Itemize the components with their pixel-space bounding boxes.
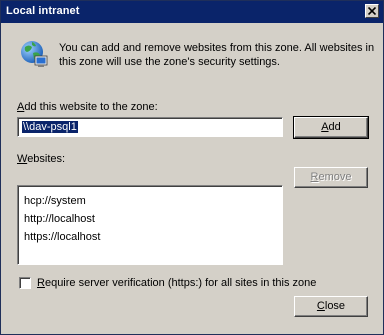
add-button[interactable]: Add [293, 116, 369, 139]
list-item[interactable]: https://localhost [24, 228, 276, 246]
remove-button[interactable]: Remove [294, 167, 368, 188]
website-input[interactable]: \\dav-psql1 [17, 117, 283, 137]
dialog-title: Local intranet [6, 5, 80, 17]
require-verification-checkbox[interactable] [19, 277, 31, 289]
require-verification-label[interactable]: Require server verification (https:) for… [37, 277, 316, 290]
website-input-value: \\dav-psql1 [22, 121, 78, 133]
zone-info-text: You can add and remove websites from thi… [59, 42, 375, 68]
dialog-body: You can add and remove websites from thi… [1, 23, 383, 334]
close-button[interactable]: Close [294, 296, 368, 317]
list-item[interactable]: http://localhost [24, 210, 276, 228]
close-window-button[interactable] [365, 4, 379, 18]
close-icon [368, 7, 376, 15]
websites-label: Websites: [17, 153, 66, 165]
globe-computer-icon [21, 41, 48, 67]
title-bar[interactable]: Local intranet [1, 1, 383, 23]
local-intranet-dialog: Local intranet You can add and remove we… [0, 0, 384, 335]
list-item[interactable]: hcp://system [24, 192, 276, 210]
websites-list[interactable]: hcp://system http://localhost https://lo… [17, 185, 283, 265]
add-website-label: Add this website to the zone: [17, 101, 158, 113]
